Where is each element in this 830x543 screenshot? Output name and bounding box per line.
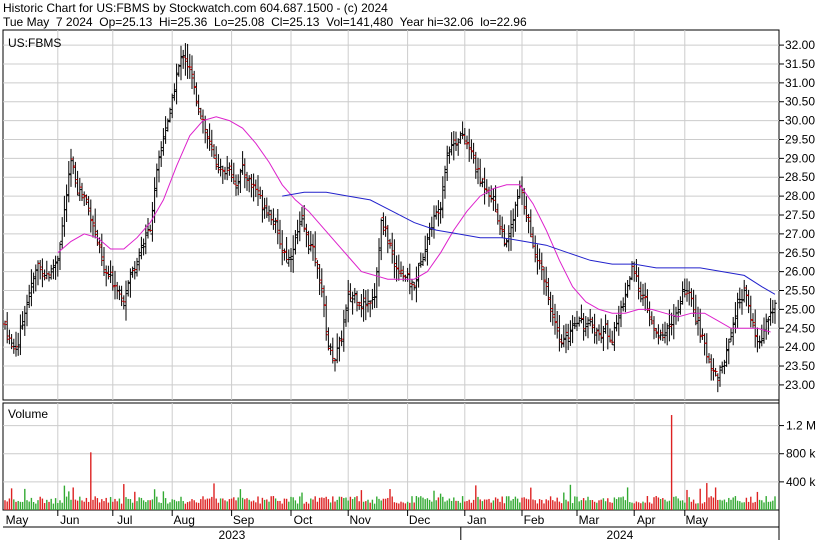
month-label: Nov — [350, 513, 371, 527]
month-label: Sep — [233, 513, 255, 527]
volume-gridlines — [3, 403, 779, 510]
price-tick-label: 31.00 — [785, 76, 815, 90]
month-label: Jul — [117, 513, 132, 527]
price-axis: 23.00 23.50 24.00 24.50 25.00 25.50 26.00 26.50… — [779, 38, 815, 392]
long-moving-average-line — [282, 191, 776, 295]
month-label: Dec — [409, 513, 430, 527]
year-label: 2024 — [607, 528, 634, 542]
month-label: Jan — [467, 513, 486, 527]
volume-tick-label: 800 k — [786, 447, 816, 461]
volume-tick-label: 1.2 M — [786, 419, 816, 433]
price-tick-label: 29.50 — [785, 132, 815, 146]
month-label: May — [685, 513, 708, 527]
price-tick-label: 28.00 — [785, 189, 815, 203]
price-tick-label: 27.00 — [785, 227, 815, 241]
volume-axis: 1.2 M 800 k 400 k — [779, 419, 816, 489]
price-bars — [3, 43, 777, 393]
month-label: Mar — [579, 513, 600, 527]
price-tick-label: 25.00 — [785, 302, 815, 316]
volume-panel-frame — [2, 402, 780, 511]
price-tick-label: 26.00 — [785, 265, 815, 279]
price-tick-label: 31.50 — [785, 57, 815, 71]
price-tick-label: 24.00 — [785, 340, 815, 354]
volume-tick-label: 400 k — [786, 475, 816, 489]
price-tick-label: 29.00 — [785, 151, 815, 165]
symbol-label: US:FBMS — [8, 36, 61, 50]
month-label: Oct — [294, 513, 313, 527]
month-label: Feb — [524, 513, 545, 527]
price-tick-label: 30.00 — [785, 114, 815, 128]
stock-chart: 23.00 23.50 24.00 24.50 25.00 25.50 26.00 26.50… — [2, 29, 816, 542]
price-tick-label: 27.50 — [785, 208, 815, 222]
price-tick-label: 25.50 — [785, 284, 815, 298]
month-label: Jun — [60, 513, 79, 527]
month-label: Apr — [637, 513, 656, 527]
chart-frames — [2, 29, 780, 540]
time-axis: May Jun Jul Aug Sep Oct Nov Dec Jan Feb Mar Apr May 2… — [6, 510, 708, 542]
year-label: 2023 — [219, 528, 246, 542]
price-gridlines — [3, 30, 779, 400]
price-tick-label: 23.00 — [785, 378, 815, 392]
price-tick-label: 24.50 — [785, 321, 815, 335]
price-tick-label: 23.50 — [785, 359, 815, 373]
volume-bars — [4, 415, 776, 510]
price-tick-label: 30.50 — [785, 95, 815, 109]
volume-panel-title: Volume — [8, 407, 48, 421]
price-tick-label: 26.50 — [785, 246, 815, 260]
price-tick-label: 32.00 — [785, 38, 815, 52]
month-label: May — [6, 513, 29, 527]
price-tick-label: 28.50 — [785, 170, 815, 184]
month-label: Aug — [174, 513, 195, 527]
short-moving-average-line — [57, 116, 771, 333]
